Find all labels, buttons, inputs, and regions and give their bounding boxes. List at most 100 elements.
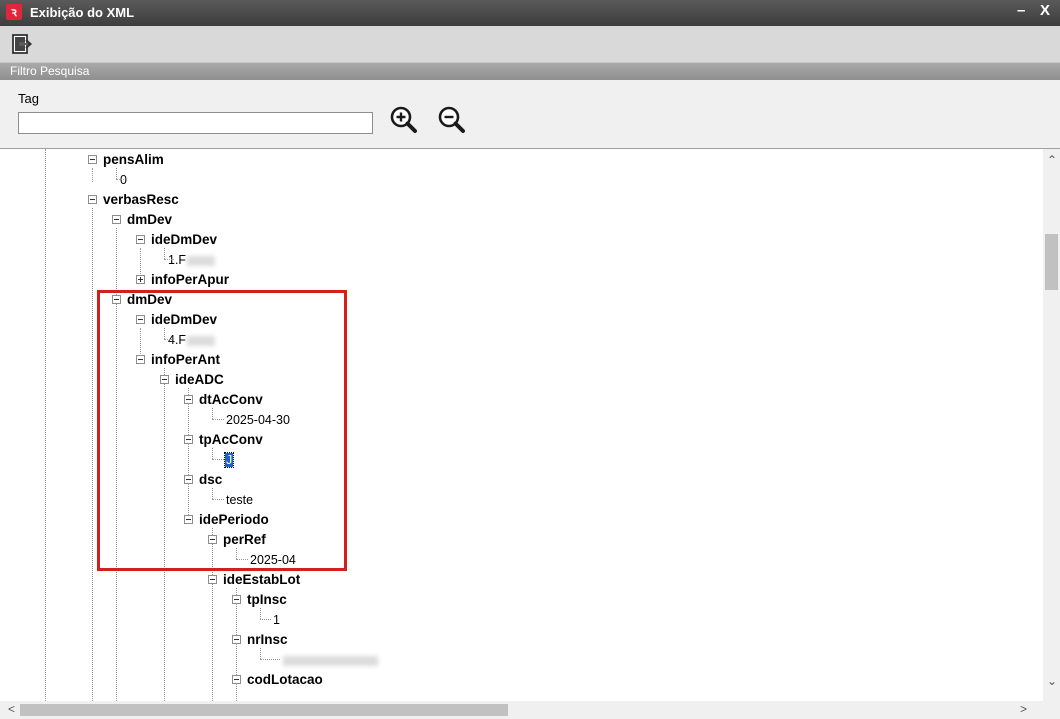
collapse-icon[interactable]	[184, 475, 193, 485]
scroll-right-icon[interactable]: >	[1020, 702, 1027, 716]
tag-label: Tag	[18, 91, 39, 106]
tree-guide-line	[260, 619, 271, 620]
redacted-value	[283, 655, 378, 666]
node-label: infoPerApur	[151, 272, 230, 287]
tree-value[interactable]	[282, 650, 378, 670]
node-value: 2025-04-30	[226, 413, 290, 427]
tree-node-dmDev[interactable]: dmDev	[112, 290, 172, 310]
scroll-up-icon[interactable]: ⌃	[1047, 153, 1057, 167]
collapse-icon[interactable]	[88, 155, 97, 165]
tree-node-pensAlim[interactable]: pensAlim	[88, 150, 164, 170]
scroll-left-icon[interactable]: <	[8, 702, 15, 716]
node-label: pensAlim	[103, 152, 164, 167]
tree-node-dtAcConv[interactable]: dtAcConv	[184, 390, 263, 410]
node-label: tpInsc	[247, 592, 287, 607]
tree-guide-line	[164, 368, 165, 701]
tree-value[interactable]: teste	[226, 490, 253, 510]
vertical-scroll-thumb[interactable]	[1045, 234, 1058, 290]
tree-guide-line	[92, 208, 93, 701]
tree-guide-line	[260, 648, 261, 659]
expand-icon[interactable]	[136, 275, 145, 285]
scroll-down-icon[interactable]: ⌄	[1047, 674, 1057, 688]
tree-node-perRef[interactable]: perRef	[208, 530, 266, 550]
tree-guide-line	[164, 339, 174, 340]
tree-value[interactable]: 2025-04	[250, 550, 296, 570]
tree-node-tpAcConv[interactable]: tpAcConv	[184, 430, 263, 450]
tree-guide-line	[116, 179, 124, 180]
horizontal-scrollbar[interactable]: < >	[0, 701, 1060, 719]
tree-node-infoPerApur[interactable]: infoPerApur	[136, 270, 229, 290]
collapse-icon[interactable]	[112, 215, 121, 225]
tree-guide-line	[212, 459, 224, 460]
tree-node-codLotacao[interactable]: codLotacao	[232, 670, 323, 690]
tree-guide-line	[164, 259, 174, 260]
tree-guide-line	[260, 659, 280, 660]
tree-value[interactable]: 1	[273, 610, 280, 630]
tree-guide-line	[236, 548, 237, 559]
collapse-icon[interactable]	[136, 355, 145, 365]
node-label: codLotacao	[247, 672, 323, 687]
zoom-out-button[interactable]	[436, 104, 468, 136]
collapse-icon[interactable]	[112, 295, 121, 305]
node-value: 0	[120, 173, 127, 187]
node-label: dsc	[199, 472, 223, 487]
tree-node-infoPerAnt[interactable]: infoPerAnt	[136, 350, 220, 370]
tree-node-ideDmDev[interactable]: ideDmDev	[136, 230, 217, 250]
node-value: teste	[226, 493, 254, 507]
tree-node-verbasResc[interactable]: verbasResc	[88, 190, 179, 210]
tree-guide-line	[212, 488, 213, 499]
zoom-in-button[interactable]	[388, 104, 420, 136]
xml-tree-view[interactable]: pensAlim 0 verbasResc dmDev ideDmDev 1.F…	[0, 148, 1060, 719]
tree-node-dsc[interactable]: dsc	[184, 470, 222, 490]
collapse-icon[interactable]	[208, 575, 217, 585]
tree-node-ideADC[interactable]: ideADC	[160, 370, 224, 390]
filter-panel-title: Filtro Pesquisa	[10, 64, 90, 78]
toolbar	[0, 26, 1060, 63]
tree-value[interactable]: 0	[120, 170, 127, 190]
tree-value[interactable]: 1.F	[168, 250, 216, 270]
collapse-icon[interactable]	[184, 395, 193, 405]
tree-node-idePeriodo[interactable]: idePeriodo	[184, 510, 269, 530]
collapse-icon[interactable]	[208, 535, 217, 545]
tag-search-input[interactable]	[18, 112, 373, 134]
collapse-icon[interactable]	[88, 195, 97, 205]
collapse-icon[interactable]	[184, 435, 193, 445]
node-label: perRef	[223, 532, 266, 547]
tree-guide-line	[260, 608, 261, 619]
tree-node-dmDev[interactable]: dmDev	[112, 210, 172, 230]
tree-guide-line	[212, 499, 224, 500]
horizontal-scroll-thumb[interactable]	[20, 704, 508, 716]
vertical-scrollbar[interactable]: ⌃ ⌄	[1043, 149, 1060, 701]
collapse-icon[interactable]	[184, 515, 193, 525]
tree-node-ideEstabLot[interactable]: ideEstabLot	[208, 570, 300, 590]
node-label: idePeriodo	[199, 512, 269, 527]
tree-node-nrInsc[interactable]: nrInsc	[232, 630, 288, 650]
collapse-icon[interactable]	[232, 635, 241, 645]
tree-guide-line	[116, 168, 117, 179]
collapse-icon[interactable]	[232, 595, 241, 605]
exit-button[interactable]	[10, 32, 34, 56]
tree-value[interactable]: 4.F	[168, 330, 216, 350]
collapse-icon[interactable]	[160, 375, 169, 385]
tree-value-selected[interactable]: J	[223, 450, 235, 470]
tree-node-ideDmDev[interactable]: ideDmDev	[136, 310, 217, 330]
collapse-icon[interactable]	[136, 315, 145, 325]
node-label: dtAcConv	[199, 392, 263, 407]
redacted-value	[187, 255, 216, 266]
app-logo-icon: ꝛ	[6, 4, 22, 20]
node-label: ideEstabLot	[223, 572, 301, 587]
node-label: ideDmDev	[151, 312, 218, 327]
tree-guide-line	[45, 149, 46, 701]
tree-node-tpInsc[interactable]: tpInsc	[232, 590, 287, 610]
node-label: infoPerAnt	[151, 352, 220, 367]
collapse-icon[interactable]	[232, 675, 241, 685]
node-label: ideDmDev	[151, 232, 218, 247]
tree-guide-line	[164, 248, 165, 259]
collapse-icon[interactable]	[136, 235, 145, 245]
minimize-button[interactable]: –	[1017, 2, 1025, 19]
window-title: Exibição do XML	[30, 5, 135, 20]
tree-value[interactable]: 2025-04-30	[226, 410, 290, 430]
zoom-in-icon	[390, 106, 417, 133]
close-button[interactable]: X	[1040, 2, 1050, 19]
tree-guide-line	[92, 168, 93, 182]
